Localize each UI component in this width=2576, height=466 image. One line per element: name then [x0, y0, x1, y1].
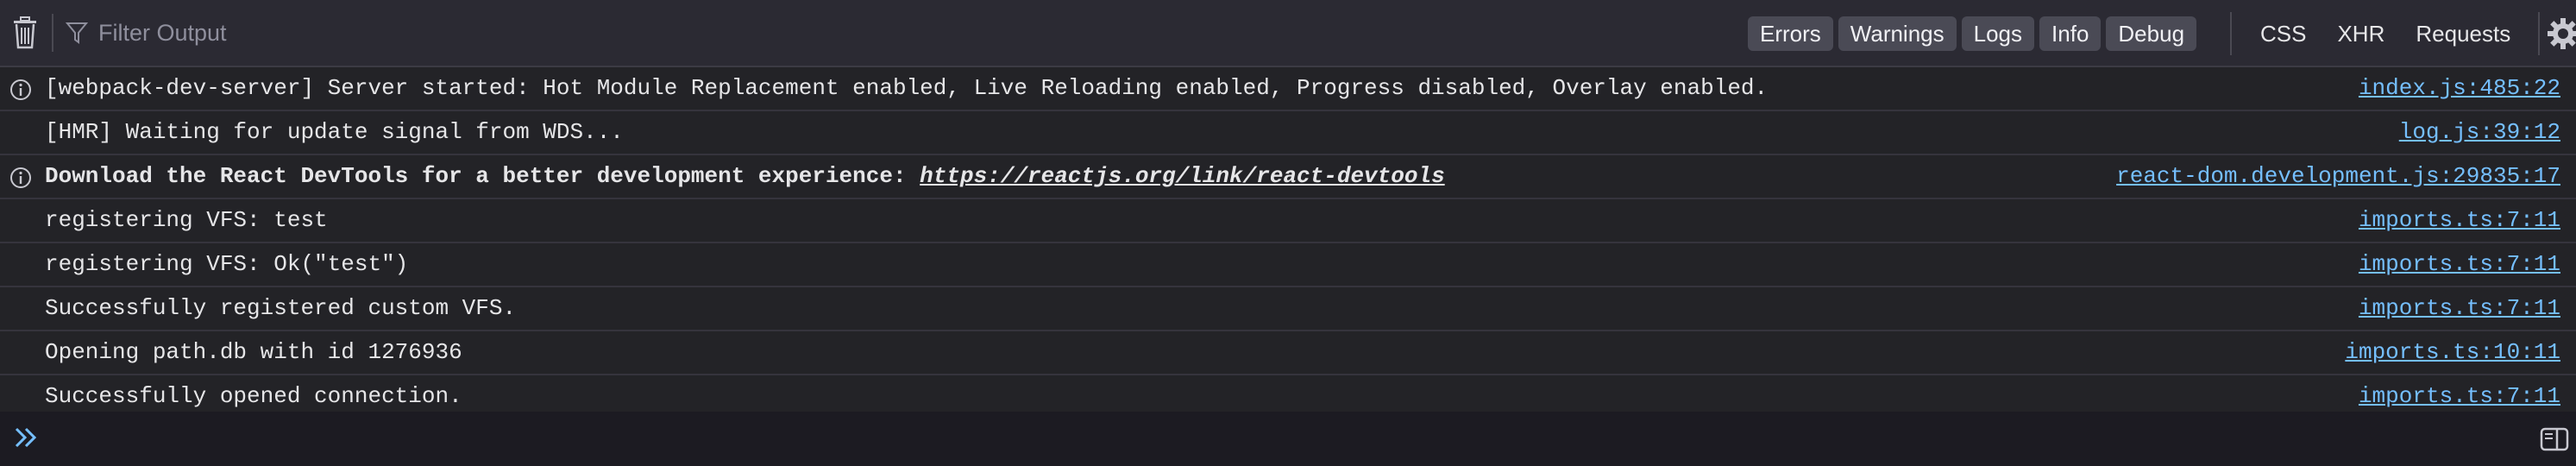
message-bold-text: Download the React DevTools for a better… [45, 163, 920, 189]
filter-box [66, 11, 1705, 54]
clear-console-button[interactable] [10, 14, 40, 52]
console-message-text: registering VFS: Ok("test") [45, 251, 409, 277]
filter-logs-button[interactable]: Logs [1961, 16, 2035, 51]
console-settings-button[interactable] [2543, 17, 2576, 50]
filter-debug-button[interactable]: Debug [2106, 16, 2197, 51]
message-source-link[interactable]: imports.ts:10:11 [2345, 331, 2560, 374]
filter-requests-button[interactable]: Requests [2400, 16, 2526, 51]
console-message-text: Successfully registered custom VFS. [45, 295, 517, 321]
filter-output-input[interactable] [97, 18, 1653, 47]
console-message-row: Download the React DevTools for a better… [0, 155, 2576, 199]
console-message-row: [webpack-dev-server] Server started: Hot… [0, 67, 2576, 111]
toolbar-separator [2230, 12, 2232, 55]
console-message-text: [webpack-dev-server] Server started: Hot… [45, 75, 1769, 101]
console-message-row: registering VFS: test imports.ts:7:11 [0, 199, 2576, 243]
react-devtools-link[interactable]: https://reactjs.org/link/react-devtools [920, 163, 1445, 189]
info-icon [10, 79, 31, 100]
message-source-link[interactable]: index.js:485:22 [2359, 67, 2560, 110]
console-input[interactable] [0, 412, 2576, 466]
gear-icon [2548, 18, 2576, 49]
toolbar-separator [2538, 12, 2540, 55]
console-message-text: registering VFS: test [45, 207, 328, 233]
info-icon [10, 167, 31, 188]
filter-info-button[interactable]: Info [2039, 16, 2102, 51]
console-message-row: Successfully registered custom VFS. impo… [0, 287, 2576, 331]
request-filters: CSS XHR Requests [2245, 16, 2526, 52]
filter-xhr-button[interactable]: XHR [2322, 16, 2400, 51]
console-message-row: [HMR] Waiting for update signal from WDS… [0, 111, 2576, 155]
filter-warnings-button[interactable]: Warnings [1838, 16, 1957, 51]
message-source-link[interactable]: react-dom.development.js:29835:17 [2116, 155, 2560, 198]
message-source-link[interactable]: imports.ts:7:11 [2359, 287, 2560, 330]
console-message-row: Opening path.db with id 1276936 imports.… [0, 331, 2576, 375]
toolbar-separator [52, 14, 53, 52]
message-source-link[interactable]: imports.ts:7:11 [2359, 243, 2560, 286]
message-source-link[interactable]: log.js:39:12 [2399, 111, 2560, 154]
trash-icon [14, 16, 36, 49]
log-level-filters: Errors Warnings Logs Info Debug [1748, 16, 2202, 52]
console-message-text: [HMR] Waiting for update signal from WDS… [45, 119, 624, 145]
sidebar-toggle-icon[interactable] [2540, 427, 2569, 451]
console-message-text: Download the React DevTools for a better… [45, 155, 1445, 198]
console-output: [webpack-dev-server] Server started: Hot… [0, 67, 2576, 419]
filter-css-button[interactable]: CSS [2245, 16, 2322, 51]
console-message-row: registering VFS: Ok("test") imports.ts:7… [0, 243, 2576, 287]
filter-icon [66, 22, 88, 44]
double-chevron-right-icon [15, 427, 37, 448]
message-source-link[interactable]: imports.ts:7:11 [2359, 199, 2560, 242]
filter-errors-button[interactable]: Errors [1748, 16, 1833, 51]
console-message-text: Opening path.db with id 1276936 [45, 339, 462, 365]
